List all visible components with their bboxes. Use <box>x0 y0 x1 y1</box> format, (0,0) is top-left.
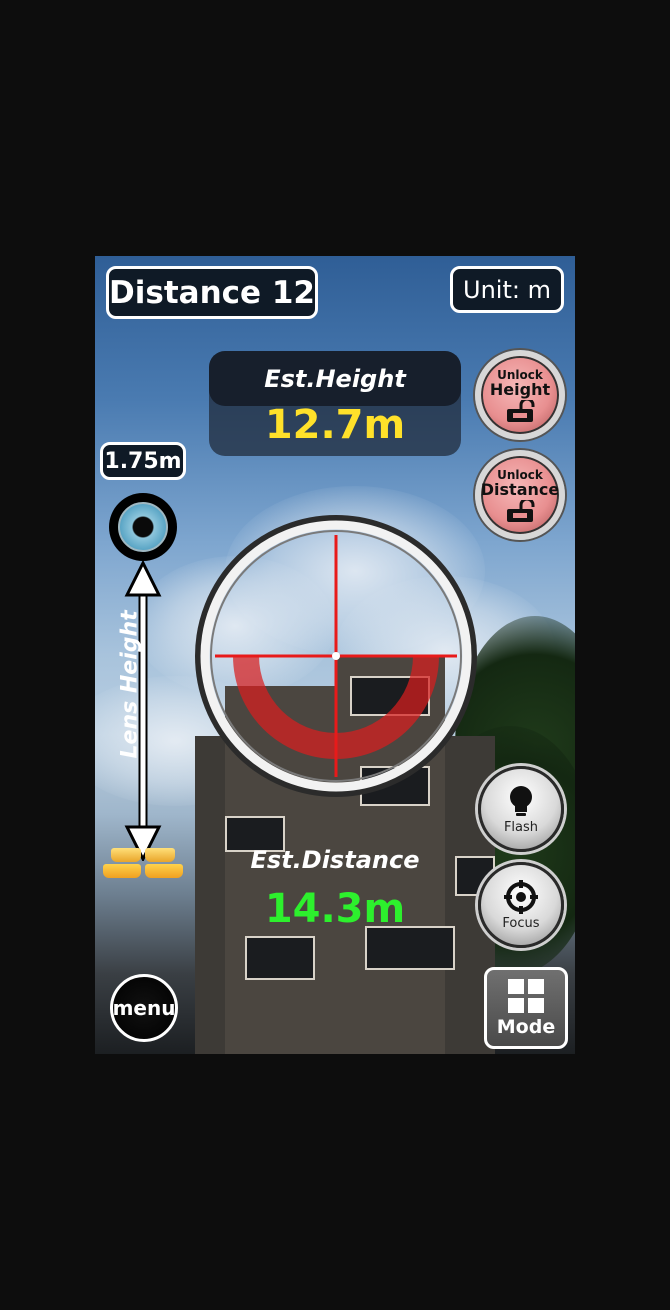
target-icon <box>504 879 538 914</box>
unlock-height-button[interactable]: Unlock Height <box>475 350 565 440</box>
estimated-height-panel: Est.Height 12.7m <box>209 351 461 456</box>
mode-label: Mode <box>496 1016 556 1038</box>
unlock-height-line1: Unlock <box>497 367 543 382</box>
distance-value: 14.3m <box>264 886 406 932</box>
height-caption: Est.Height <box>209 351 461 406</box>
building-window <box>245 936 315 980</box>
menu-button[interactable]: menu <box>110 974 178 1042</box>
building-window <box>365 926 455 970</box>
flash-label: Flash <box>503 819 539 835</box>
focus-button[interactable]: Focus <box>478 862 564 948</box>
flash-button[interactable]: Flash <box>478 766 564 852</box>
height-value: 12.7m <box>264 402 406 448</box>
unlock-distance-line1: Unlock <box>497 467 543 482</box>
crosshair-scope[interactable] <box>191 511 481 801</box>
menu-label: menu <box>112 996 176 1020</box>
page-title: Distance 12 <box>106 266 318 319</box>
mode-button[interactable]: Mode <box>484 967 568 1049</box>
unlocked-padlock-icon <box>507 399 535 422</box>
unlock-distance-button[interactable]: Unlock Distance <box>475 450 565 540</box>
camera-viewfinder[interactable]: Distance 12 Unit: m Est.Height 12.7m Unl… <box>95 256 575 1054</box>
lens-height-value[interactable]: 1.75m <box>100 442 186 480</box>
unit-selector[interactable]: Unit: m <box>450 266 564 313</box>
lens-height-label: Lens Height <box>117 610 143 759</box>
focus-label: Focus <box>502 915 540 931</box>
grid-icon <box>508 979 544 1013</box>
unlock-distance-line2: Distance <box>480 479 560 499</box>
lightbulb-icon <box>510 785 532 816</box>
unlock-height-line2: Height <box>489 379 551 399</box>
unlocked-padlock-icon <box>507 499 535 522</box>
distance-caption: Est.Distance <box>250 846 420 874</box>
eye-icon <box>109 493 177 561</box>
